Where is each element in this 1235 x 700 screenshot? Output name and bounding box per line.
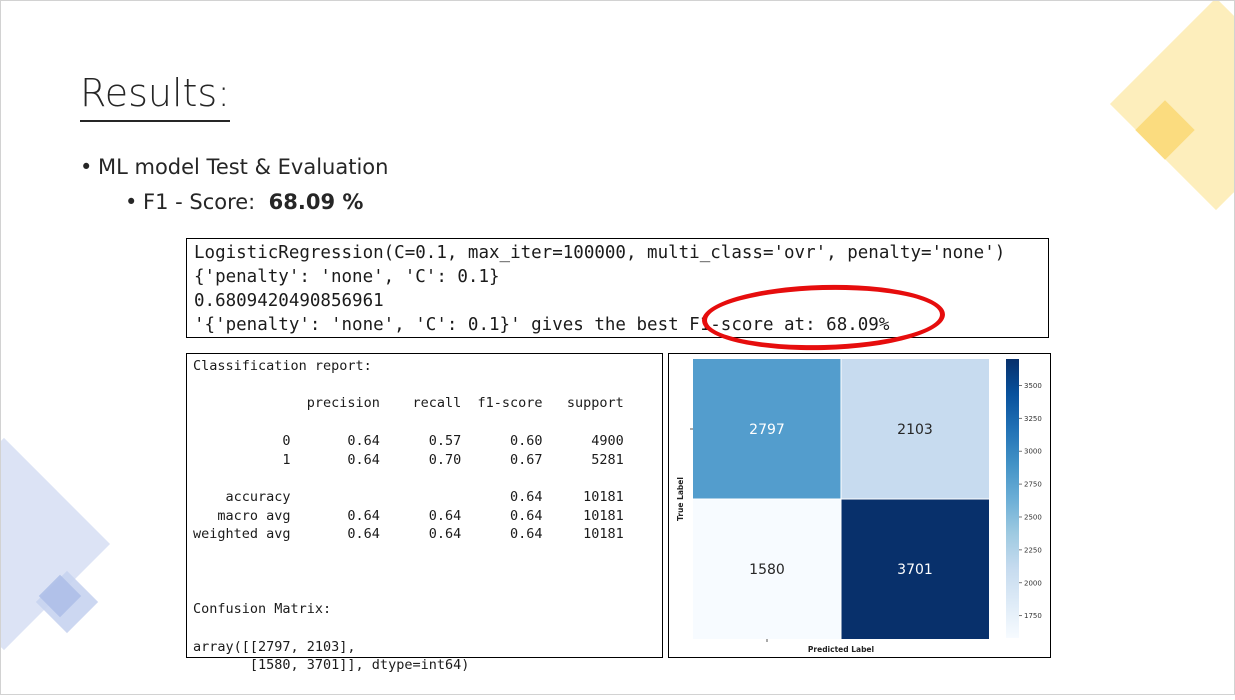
colorbar xyxy=(1006,359,1019,638)
bullet-dot: • xyxy=(80,155,93,179)
colorbar-tick-label: 2750 xyxy=(1024,481,1042,489)
colorbar-tick-label: 3000 xyxy=(1024,448,1042,456)
confusion-matrix-heatmap: 2797 2103 1580 3701 Predicted Label True Labe… xyxy=(676,359,1042,654)
f1-value: 68.09 % xyxy=(268,190,364,214)
colorbar-tick-label: 2250 xyxy=(1024,546,1042,554)
confusion-matrix-chart-box: 2797 2103 1580 3701 Predicted Label True Labe… xyxy=(668,353,1051,658)
classification-report-text: Classification report: precision recall … xyxy=(193,358,624,674)
colorbar-tick-label: 3500 xyxy=(1024,382,1042,390)
bullet-text: ML model Test & Evaluation xyxy=(98,155,389,179)
f1-label: F1 - Score: xyxy=(143,190,269,214)
slide: Results: • ML model Test & Evaluation • F1… xyxy=(0,0,1235,695)
colorbar-tick-label: 3250 xyxy=(1024,415,1042,423)
slide-title: Results: xyxy=(80,67,231,122)
code-line: LogisticRegression(C=0.1, max_iter=10000… xyxy=(194,243,1006,263)
cell-label: 1580 xyxy=(749,562,785,578)
cell-label: 2797 xyxy=(749,422,785,438)
colorbar-tick-label: 1750 xyxy=(1024,612,1042,620)
classification-report-box: Classification report: precision recall … xyxy=(186,353,663,673)
code-line: {'penalty': 'none', 'C': 0.1} xyxy=(194,267,500,287)
y-axis-label: True Label xyxy=(676,477,685,521)
bullet-dot: • xyxy=(125,190,138,214)
cell-label: 3701 xyxy=(897,562,933,578)
x-axis-label: Predicted Label xyxy=(808,645,874,654)
bullet-ml-model: • ML model Test & Evaluation xyxy=(80,155,388,179)
colorbar-tick-label: 2500 xyxy=(1024,513,1042,521)
decor-diamond-gold-large xyxy=(1109,1,1234,211)
cell-label: 2103 xyxy=(897,422,933,438)
colorbar-tick-label: 2000 xyxy=(1024,579,1042,587)
bullet-f1-score: • F1 - Score: 68.09 % xyxy=(125,190,363,214)
